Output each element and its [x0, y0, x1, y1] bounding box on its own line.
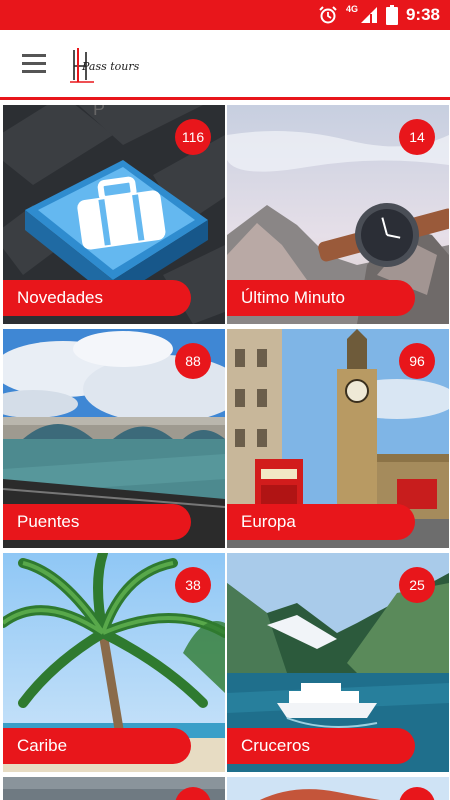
alarm-icon — [319, 6, 337, 24]
count-badge: 14 — [399, 119, 435, 155]
tile-label: Cruceros — [227, 728, 415, 764]
status-time: 9:38 — [405, 5, 440, 24]
tile-partial-left[interactable] — [3, 777, 225, 800]
tile-label: Caribe — [3, 728, 191, 764]
battery-icon — [385, 5, 398, 25]
status-bar: 4G 9:38 — [0, 0, 450, 30]
count-badge: 116 — [175, 119, 211, 155]
count-badge: 38 — [175, 567, 211, 603]
logo-text: Pass tours — [82, 60, 140, 73]
tile-caribe[interactable]: 38 Caribe — [3, 553, 225, 772]
signal-icon — [360, 7, 377, 23]
tile-europa[interactable]: 96 Europa — [227, 329, 449, 548]
tile-partial-right[interactable] — [227, 777, 449, 800]
app-bar: Pass tours — [0, 30, 450, 100]
tile-label: Europa — [227, 504, 415, 540]
count-badge: 88 — [175, 343, 211, 379]
tile-label: Puentes — [3, 504, 191, 540]
network-type-label: 4G — [345, 4, 358, 14]
tile-cruceros[interactable]: 25 Cruceros — [227, 553, 449, 772]
svg-text:P: P — [93, 105, 105, 119]
tile-ultimo-minuto[interactable]: 14 Último Minuto — [227, 105, 449, 324]
count-badge: 25 — [399, 567, 435, 603]
count-badge: 96 — [399, 343, 435, 379]
tile-label: Novedades — [3, 280, 191, 316]
brand-logo: Pass tours — [68, 46, 158, 86]
tile-novedades[interactable]: P 116 Novedades — [3, 105, 225, 324]
app-bar-divider — [0, 97, 450, 100]
tile-puentes[interactable]: 88 Puentes — [3, 329, 225, 548]
status-icons: 4G 9:38 — [318, 0, 440, 30]
tile-label: Último Minuto — [227, 280, 415, 316]
hamburger-menu-icon[interactable] — [22, 54, 48, 74]
category-grid: P 116 Novedades 14 Último Minuto 88 Puen… — [0, 103, 450, 800]
